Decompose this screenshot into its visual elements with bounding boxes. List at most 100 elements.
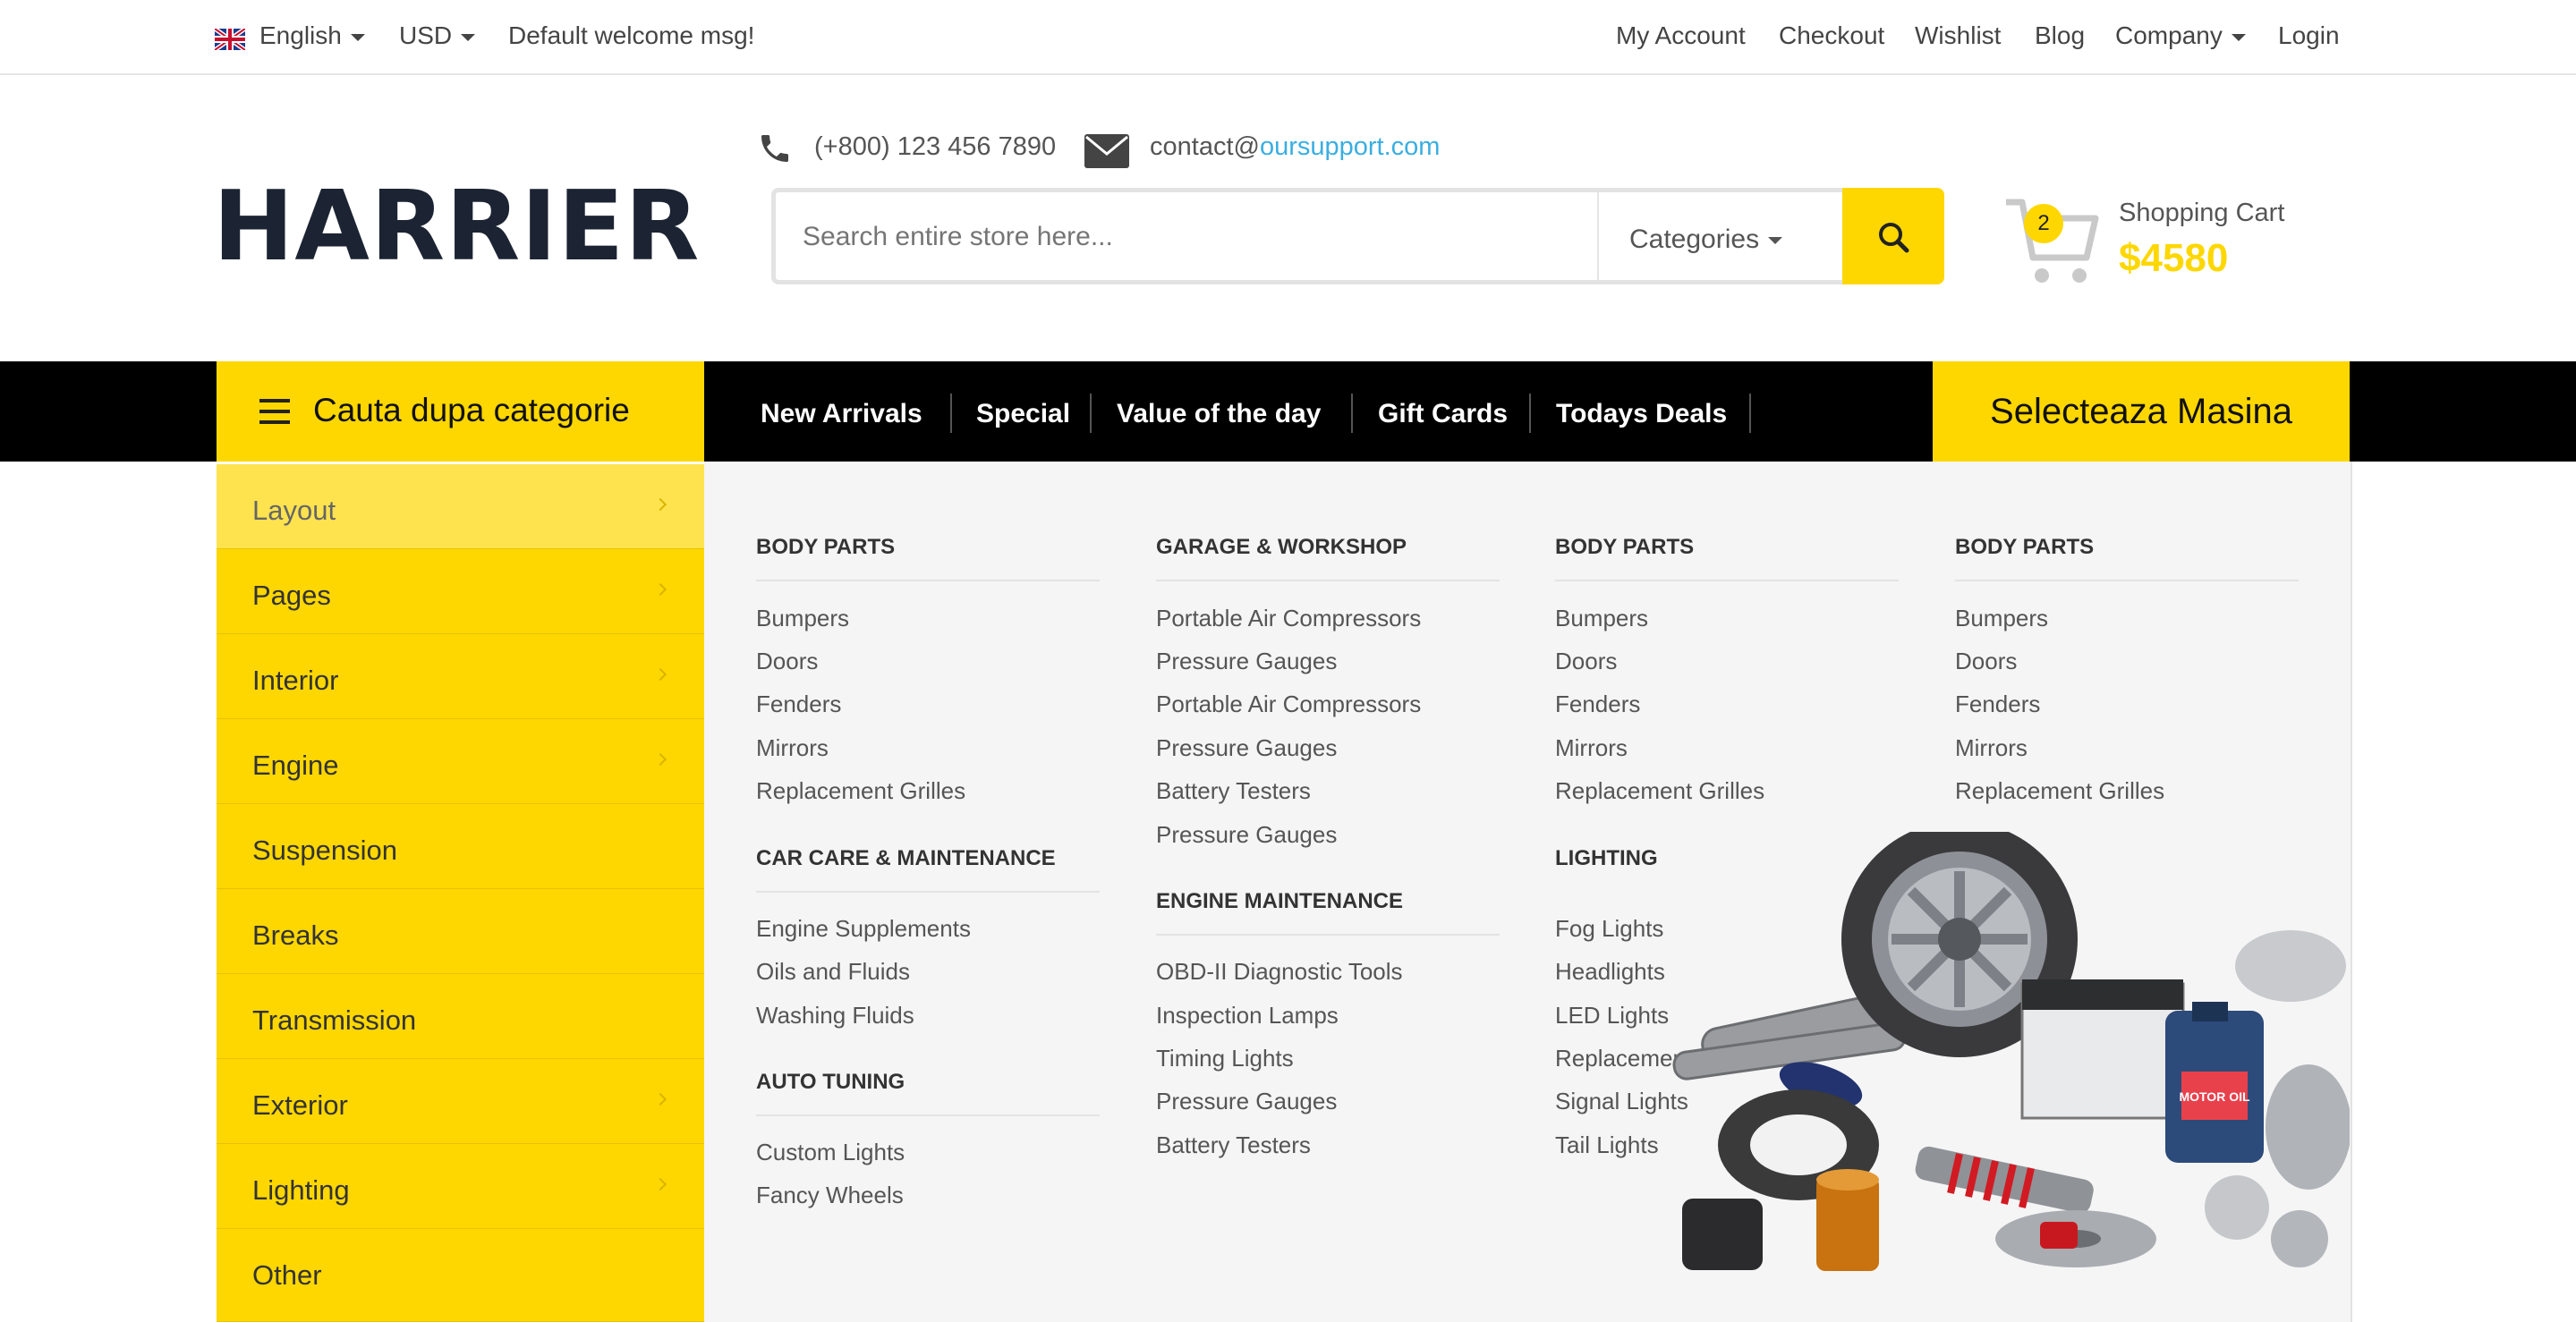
phone-icon bbox=[757, 131, 793, 171]
mega-link[interactable]: OBD-II Diagnostic Tools bbox=[1156, 958, 1403, 986]
welcome-message: Default welcome msg! bbox=[508, 21, 755, 49]
link-my-account[interactable]: My Account bbox=[1616, 21, 1746, 50]
mega-link[interactable]: Fog Lights bbox=[1555, 915, 1663, 943]
mega-link[interactable]: Timing Lights bbox=[1156, 1045, 1294, 1072]
company-dropdown[interactable]: Company bbox=[2115, 21, 2246, 50]
mega-link[interactable]: Mirrors bbox=[756, 734, 829, 762]
link-checkout[interactable]: Checkout bbox=[1779, 21, 1884, 50]
mega-link[interactable]: Pressure Gauges bbox=[1156, 734, 1337, 762]
link-wishlist[interactable]: Wishlist bbox=[1915, 21, 2001, 50]
site-logo[interactable]: HARRIER bbox=[213, 179, 700, 275]
mega-link[interactable]: Doors bbox=[1555, 648, 1617, 675]
nav-todays-deals[interactable]: Todays Deals bbox=[1556, 399, 1727, 429]
top-bar: English USD Default welcome msg! My Acco… bbox=[0, 0, 2576, 75]
link-login[interactable]: Login bbox=[2278, 21, 2340, 50]
sidebar-item-lighting[interactable]: Lighting bbox=[217, 1144, 704, 1229]
oil-label: MOTOR OIL bbox=[2179, 1089, 2250, 1104]
chevron-right-icon bbox=[653, 1177, 667, 1191]
mega-link[interactable]: Inspection Lamps bbox=[1156, 1002, 1339, 1030]
mega-link[interactable]: Bumpers bbox=[756, 605, 849, 632]
search-input[interactable] bbox=[801, 192, 1592, 282]
mega-link[interactable]: Pressure Gauges bbox=[1156, 821, 1337, 849]
mega-heading: BODY PARTS bbox=[756, 535, 1100, 581]
category-menu-button[interactable]: Cauta dupa categorie bbox=[217, 361, 704, 462]
mega-link[interactable]: Fancy Wheels bbox=[756, 1182, 904, 1209]
chevron-down-icon bbox=[2231, 33, 2246, 41]
mega-link[interactable]: Pressure Gauges bbox=[1156, 648, 1337, 675]
nav-separator bbox=[1529, 394, 1531, 433]
mega-link[interactable]: Bumpers bbox=[1555, 605, 1648, 632]
mega-link[interactable]: Battery Testers bbox=[1156, 1131, 1311, 1159]
sidebar-item-layout[interactable]: Layout bbox=[217, 464, 704, 549]
mega-link[interactable]: Doors bbox=[756, 648, 818, 675]
mega-link[interactable]: Mirrors bbox=[1555, 734, 1628, 762]
mega-link[interactable]: Custom Lights bbox=[756, 1139, 905, 1166]
mega-link[interactable]: Washing Fluids bbox=[756, 1002, 914, 1030]
phone-number: (+800) 123 456 7890 bbox=[814, 132, 1057, 161]
nav-separator bbox=[1351, 394, 1353, 433]
search-icon bbox=[1879, 223, 1909, 253]
contact-email[interactable]: contact@oursupport.com bbox=[1150, 132, 1440, 162]
mega-link[interactable]: Mirrors bbox=[1955, 734, 2028, 762]
mega-link[interactable]: Oils and Fluids bbox=[756, 958, 910, 986]
auto-parts-image: MOTOR OIL bbox=[1664, 821, 2351, 1279]
mega-link[interactable]: Replacement Grilles bbox=[756, 777, 965, 805]
nav-separator bbox=[1749, 394, 1751, 433]
sidebar-item-breaks[interactable]: Breaks bbox=[217, 889, 704, 974]
mega-link[interactable]: Portable Air Compressors bbox=[1156, 605, 1421, 632]
mega-link[interactable]: Replacement Grilles bbox=[1555, 777, 1764, 805]
hamburger-icon bbox=[259, 399, 290, 424]
uk-flag-icon bbox=[215, 29, 245, 50]
mega-link[interactable]: Doors bbox=[1955, 648, 2017, 675]
envelope-icon bbox=[1084, 134, 1129, 173]
sidebar-item-suspension[interactable]: Suspension bbox=[217, 804, 704, 889]
sidebar-item-other[interactable]: Other bbox=[217, 1229, 704, 1322]
mega-link[interactable]: Fenders bbox=[1955, 691, 2040, 718]
chevron-down-icon bbox=[350, 33, 365, 41]
mega-link[interactable]: Battery Testers bbox=[1156, 777, 1311, 805]
category-menu-label: Cauta dupa categorie bbox=[313, 392, 630, 428]
language-selector[interactable]: English bbox=[259, 21, 365, 50]
sidebar-item-interior[interactable]: Interior bbox=[217, 634, 704, 719]
nav-separator bbox=[1090, 394, 1092, 433]
search-button[interactable] bbox=[1842, 188, 1944, 284]
sidebar-item-pages[interactable]: Pages bbox=[217, 549, 704, 634]
mega-link[interactable]: LED Lights bbox=[1555, 1002, 1669, 1030]
chevron-right-icon bbox=[653, 497, 667, 512]
chevron-right-icon bbox=[653, 667, 667, 682]
chevron-right-icon bbox=[653, 752, 667, 767]
mega-heading: BODY PARTS bbox=[1955, 535, 2299, 581]
select-car-button[interactable]: Selecteaza Masina bbox=[1933, 361, 2350, 462]
chevron-right-icon bbox=[653, 1092, 667, 1106]
mega-heading: ENGINE MAINTENANCE bbox=[1156, 889, 1500, 936]
link-blog[interactable]: Blog bbox=[2035, 21, 2085, 50]
mega-heading: AUTO TUNING bbox=[756, 1070, 1100, 1116]
mega-link[interactable]: Tail Lights bbox=[1555, 1131, 1659, 1159]
cart-label[interactable]: Shopping Cart bbox=[2119, 199, 2284, 228]
cart-total[interactable]: $4580 bbox=[2119, 236, 2228, 281]
mega-link[interactable]: Fenders bbox=[1555, 691, 1640, 718]
search-bar: Categories bbox=[771, 188, 1944, 284]
chevron-down-icon bbox=[461, 33, 476, 41]
nav-gift-cards[interactable]: Gift Cards bbox=[1378, 399, 1508, 429]
mega-link[interactable]: Headlights bbox=[1555, 958, 1665, 986]
sidebar-item-engine[interactable]: Engine bbox=[217, 719, 704, 804]
mega-link[interactable]: Portable Air Compressors bbox=[1156, 691, 1421, 718]
mega-link[interactable]: Replacement Grilles bbox=[1955, 777, 2164, 805]
mega-link[interactable]: Pressure Gauges bbox=[1156, 1088, 1337, 1115]
nav-value-of-the-day[interactable]: Value of the day bbox=[1117, 399, 1321, 429]
mega-heading: GARAGE & WORKSHOP bbox=[1156, 535, 1500, 581]
chevron-right-icon bbox=[653, 582, 667, 597]
currency-selector[interactable]: USD bbox=[399, 21, 476, 50]
mega-heading: CAR CARE & MAINTENANCE bbox=[756, 846, 1100, 893]
mega-heading: BODY PARTS bbox=[1555, 535, 1899, 581]
mega-link[interactable]: Fenders bbox=[756, 691, 841, 718]
nav-new-arrivals[interactable]: New Arrivals bbox=[761, 399, 922, 429]
sidebar-item-exterior[interactable]: Exterior bbox=[217, 1059, 704, 1144]
nav-special[interactable]: Special bbox=[976, 399, 1070, 429]
mega-link[interactable]: Bumpers bbox=[1955, 605, 2048, 632]
categories-dropdown[interactable]: Categories bbox=[1597, 192, 1841, 280]
sidebar-item-transmission[interactable]: Transmission bbox=[217, 974, 704, 1059]
nav-separator bbox=[950, 394, 952, 433]
mega-link[interactable]: Engine Supplements bbox=[756, 915, 971, 943]
